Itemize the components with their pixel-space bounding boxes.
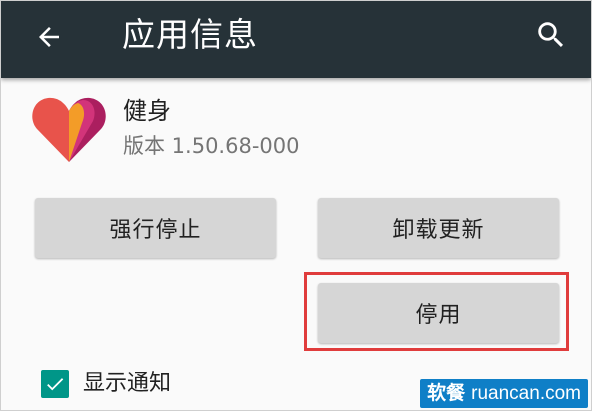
- force-stop-button[interactable]: 强行停止: [35, 198, 276, 258]
- watermark: 软餐 ruancan.com: [420, 379, 588, 408]
- arrow-left-icon: [39, 27, 59, 47]
- heart-logo-icon: [32, 97, 106, 162]
- disable-button[interactable]: 停用: [318, 283, 559, 343]
- app-bar: 应用信息: [1, 1, 591, 78]
- watermark-domain: ruancan.com: [471, 383, 581, 404]
- search-icon: [538, 22, 564, 48]
- back-button[interactable]: [27, 15, 71, 59]
- app-info-screen: 应用信息 健身 版本 1.50.68-000 强行停止 卸载更新 停用 显示通知…: [0, 0, 592, 411]
- search-button[interactable]: [529, 13, 573, 57]
- watermark-cn: 软餐: [427, 382, 466, 404]
- app-version: 版本 1.50.68-000: [123, 134, 300, 158]
- checkmark-icon: [47, 378, 64, 391]
- show-notifications-label: 显示通知: [83, 371, 172, 396]
- uninstall-updates-button[interactable]: 卸载更新: [318, 198, 559, 258]
- app-name: 健身: [123, 97, 171, 125]
- page-title: 应用信息: [122, 15, 258, 54]
- show-notifications-checkbox[interactable]: [41, 370, 69, 398]
